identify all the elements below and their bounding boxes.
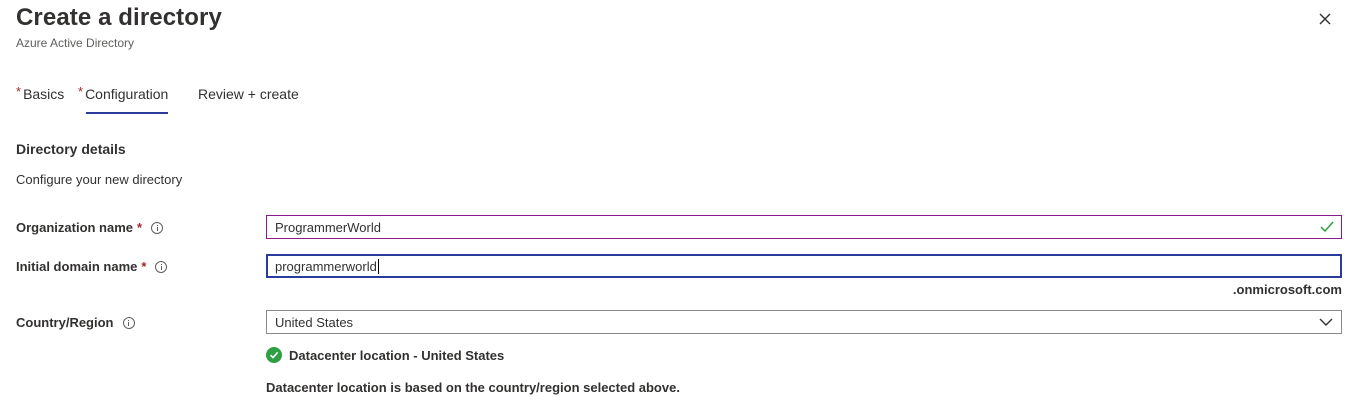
page-subtitle: Azure Active Directory bbox=[16, 36, 135, 50]
country-region-label: Country/Region bbox=[16, 315, 135, 330]
close-button[interactable] bbox=[1314, 8, 1336, 30]
required-marker: * bbox=[137, 220, 143, 235]
info-icon[interactable] bbox=[155, 260, 168, 273]
section-title: Directory details bbox=[16, 141, 126, 157]
label-text: Country/Region bbox=[16, 315, 114, 330]
checkmark-icon bbox=[1320, 221, 1334, 233]
section-description: Configure your new directory bbox=[16, 172, 183, 187]
org-name-label: Organization name * bbox=[16, 220, 164, 235]
info-icon[interactable] bbox=[151, 221, 164, 234]
close-icon bbox=[1319, 13, 1331, 25]
active-tab-underline bbox=[86, 112, 169, 114]
label-text: Initial domain name bbox=[16, 259, 138, 274]
datacenter-location-row: Datacenter location - United States bbox=[266, 347, 504, 363]
info-icon[interactable] bbox=[122, 316, 135, 329]
domain-suffix: .onmicrosoft.com bbox=[1232, 282, 1342, 297]
tab-label: Configuration bbox=[85, 86, 169, 102]
success-check-icon bbox=[266, 347, 282, 363]
datacenter-note: Datacenter location is based on the coun… bbox=[266, 380, 680, 395]
required-marker: * bbox=[16, 84, 22, 99]
country-region-select[interactable]: United States bbox=[266, 310, 1342, 334]
datacenter-location-text: Datacenter location - United States bbox=[289, 347, 505, 363]
tab-label: Review + create bbox=[198, 86, 299, 102]
label-text: Organization name bbox=[16, 220, 134, 235]
org-name-input[interactable]: ProgrammerWorld bbox=[266, 215, 1342, 239]
chevron-down-icon bbox=[1319, 318, 1333, 326]
tab-basics[interactable]: * Basics bbox=[16, 84, 65, 114]
text-caret bbox=[377, 258, 379, 274]
tab-configuration[interactable]: * Configuration bbox=[78, 84, 169, 114]
input-value: programmerworld bbox=[275, 258, 377, 274]
domain-name-label: Initial domain name * bbox=[16, 259, 168, 274]
page-title: Create a directory bbox=[16, 4, 222, 31]
tab-review-create[interactable]: Review + create bbox=[198, 86, 299, 114]
domain-name-input[interactable]: programmerworld bbox=[266, 254, 1342, 278]
required-marker: * bbox=[78, 84, 84, 99]
tab-label: Basics bbox=[23, 86, 65, 102]
input-value: ProgrammerWorld bbox=[275, 219, 381, 235]
selected-value: United States bbox=[275, 314, 354, 330]
required-marker: * bbox=[141, 259, 147, 274]
